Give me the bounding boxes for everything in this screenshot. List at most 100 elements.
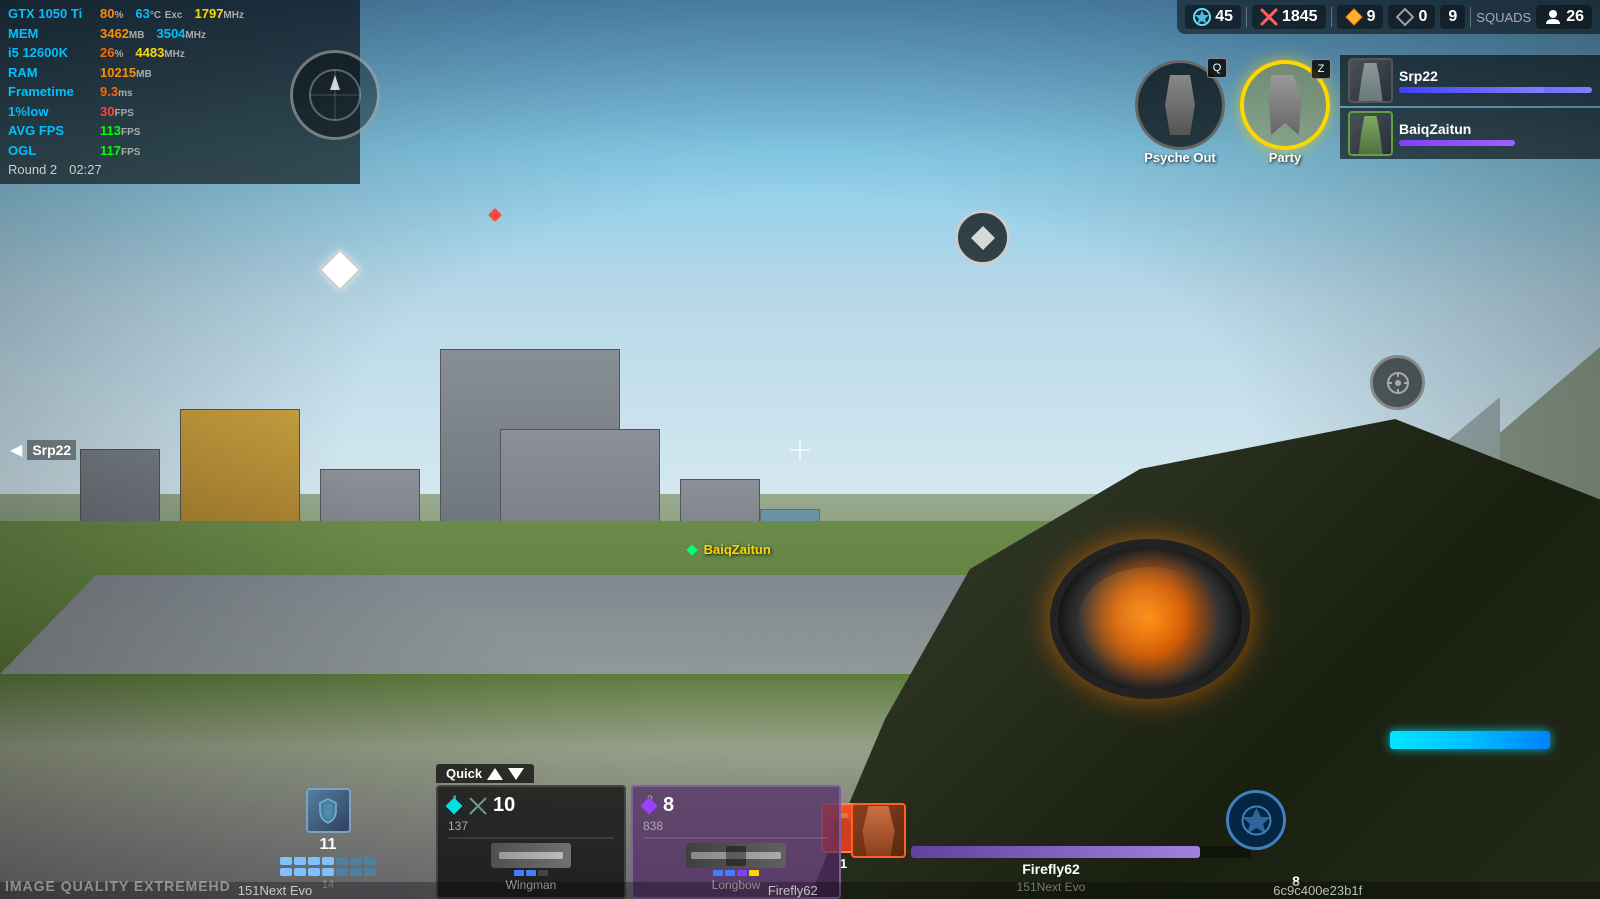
weapon-energy-bar <box>1390 731 1550 749</box>
shield-pip-12 <box>336 868 348 876</box>
material2-value: 0 <box>1418 8 1427 26</box>
players-value: 26 <box>1566 8 1584 26</box>
cpu-label: i5 12600K <box>8 43 88 63</box>
team-info-1: Srp22 <box>1399 68 1592 93</box>
avatar-figure-2 <box>1356 116 1386 154</box>
left-teammate-name: Srp22 <box>27 440 76 460</box>
shield-pip-8 <box>280 868 292 876</box>
shield-pip-10 <box>308 868 320 876</box>
ability-icons-row: Q Psyche Out Z Party <box>1135 60 1330 165</box>
kills-stat: 1845 <box>1252 5 1326 29</box>
waypoint-dot <box>488 208 502 222</box>
hud-divider-2 <box>1331 7 1332 27</box>
gpu-temp-value: 63°C Exc <box>135 4 182 24</box>
material1-value: 9 <box>1367 8 1376 26</box>
quick-label: Quick <box>446 766 482 781</box>
ws1-ammo: 10 <box>493 794 515 817</box>
ram-value: 10215MB <box>100 63 152 83</box>
mem-label: MEM <box>8 24 88 44</box>
ws1-attach-2 <box>526 870 536 876</box>
round-label: Round 2 <box>8 160 57 180</box>
perf-row-gpu: GTX 1050 Ti 80% 63°C Exc 1797MHz <box>8 4 352 24</box>
shield-pip-13 <box>350 868 362 876</box>
ability-psycheout-icon[interactable]: Q <box>1135 60 1225 150</box>
team-member-1: Srp22 <box>1340 55 1600 106</box>
ability-party-label: Party <box>1240 150 1330 165</box>
ability-ring: Q Psyche Out Z Party <box>1135 60 1330 165</box>
material2-icon <box>1396 8 1414 26</box>
material2-stat: 0 <box>1388 5 1435 29</box>
ws1-attachments <box>514 870 548 876</box>
ws1-gun-icon <box>491 843 571 868</box>
perf-row-round: Round 2 02:27 <box>8 160 352 180</box>
quick-header: Quick <box>436 764 534 783</box>
perf-row-ogl: OGL 117FPS <box>8 141 352 161</box>
cpu-clock-value: 4483MHz <box>135 43 184 63</box>
round-timer: 02:27 <box>69 160 102 180</box>
ability-psycheout-key: Q <box>1207 58 1227 78</box>
team-avatar-1 <box>1348 58 1393 103</box>
bottom-name-1: 151Next Evo <box>238 883 312 898</box>
mem-clock-value: 3504MHz <box>156 24 205 44</box>
gpu-usage-value: 80% <box>100 4 123 24</box>
frametime-label: Frametime <box>8 82 88 102</box>
nav-small-circle <box>955 210 1010 265</box>
nav-icon-svg <box>969 224 997 252</box>
ws1-attach-1 <box>514 870 524 876</box>
ws2-reserve: 838 <box>643 819 829 833</box>
mem-used-value: 3462MB <box>100 24 144 44</box>
left-arrow-icon: ◀ <box>10 440 22 460</box>
ctrl-circle[interactable] <box>1370 355 1425 410</box>
frametime-value: 9.3ms <box>100 82 133 102</box>
quick-up-arrow <box>487 768 503 780</box>
ability-party-icon[interactable]: Z <box>1240 60 1330 150</box>
ws1-ammo-svg <box>468 796 488 816</box>
bottom-name-2: Firefly62 <box>768 883 818 898</box>
ult-slot[interactable] <box>1226 790 1286 850</box>
fps-1low-value: 30FPS <box>100 102 134 122</box>
material3-stat: 9 <box>1440 5 1465 29</box>
ws1-ammo-type-icon <box>446 797 463 814</box>
material1-icon <box>1345 8 1363 26</box>
shield-pip-6 <box>350 857 362 865</box>
ws2-attach-1 <box>713 870 723 876</box>
player-portrait-row <box>851 803 1251 858</box>
points-value: 45 <box>1215 8 1233 26</box>
player-health-fill <box>911 846 1200 858</box>
ws2-ammo-type-icon <box>641 797 658 814</box>
ogl-value: 117FPS <box>100 141 140 161</box>
shield-pip-3 <box>308 857 320 865</box>
player-health-bar <box>911 846 1251 858</box>
shield-pip-2 <box>294 857 306 865</box>
team-member-2: BaiqZaitun <box>1340 108 1600 159</box>
ws1-attach-3 <box>538 870 548 876</box>
hud-divider-3 <box>1470 7 1471 27</box>
nav-circle-inner[interactable] <box>955 210 1010 265</box>
gpu-label: GTX 1050 Ti <box>8 4 88 24</box>
ws1-gun-barrel <box>499 852 563 860</box>
team-name-1: Srp22 <box>1399 68 1592 84</box>
hud-divider-1 <box>1246 7 1247 27</box>
bottom-name-3: 6c9c400e23b1f <box>1273 883 1362 898</box>
ability-panel: Q Psyche Out Z Party <box>1135 60 1330 165</box>
ctrl-icon <box>1384 369 1412 397</box>
waypoint-small <box>490 210 500 220</box>
player-figure <box>859 806 899 856</box>
ability-party-key: Z <box>1311 59 1331 79</box>
weapon-scope <box>1050 539 1250 699</box>
shield-pip-14 <box>364 868 376 876</box>
ability-psycheout-figure <box>1155 75 1205 135</box>
ws2-divider <box>643 837 829 839</box>
ws2-ammo-row: 8 <box>643 794 829 817</box>
shield-pip-7 <box>364 857 376 865</box>
avatar-figure-1 <box>1356 63 1386 101</box>
shield-pip-11 <box>322 868 334 876</box>
ws2-attach-3 <box>737 870 747 876</box>
players-icon <box>1544 8 1562 26</box>
player-portrait <box>851 803 906 858</box>
ws2-scope <box>726 846 746 866</box>
crosshair <box>797 447 803 453</box>
ws1-reserve: 137 <box>448 819 614 833</box>
nav-indicator <box>290 50 380 140</box>
bottom-names: 151Next Evo Firefly62 6c9c400e23b1f <box>0 882 1600 899</box>
